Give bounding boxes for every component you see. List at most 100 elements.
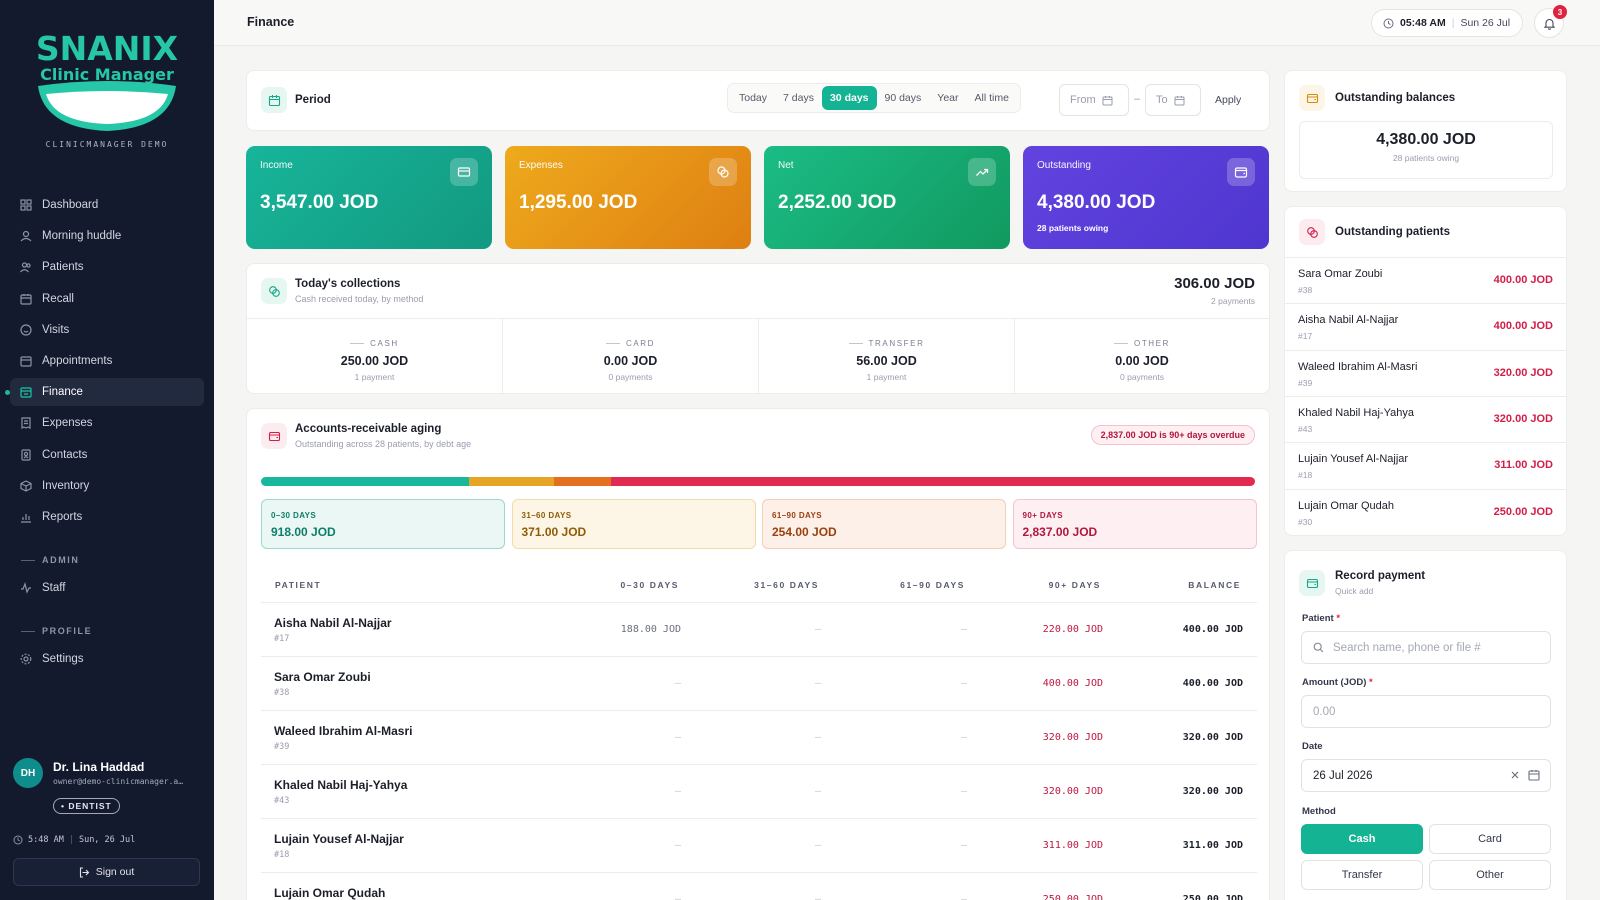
sidebar-item-finance[interactable]: Finance xyxy=(5,378,204,407)
table-row[interactable]: Aisha Nabil Al-Najjar #17 188.00 JOD – –… xyxy=(261,602,1257,656)
patient-file-number: #39 xyxy=(1298,377,1313,388)
payment-date-input[interactable]: 26 Jul 2026 xyxy=(1301,759,1551,792)
sidebar-item-visits[interactable]: Visits xyxy=(10,316,204,344)
sidebar-item-appointments[interactable]: Appointments xyxy=(10,347,204,375)
period-option-30-days[interactable]: 30 days xyxy=(821,86,877,110)
method-other-button[interactable]: Other xyxy=(1429,860,1551,890)
profile-section-label: PROFILE xyxy=(21,626,92,636)
patient-name: Lujain Omar Qudah xyxy=(274,886,386,900)
sidebar-item-expenses[interactable]: Expenses xyxy=(10,409,204,437)
sign-out-label: Sign out xyxy=(95,866,135,878)
card-icon xyxy=(450,158,478,186)
date-range-dash: – xyxy=(1134,93,1141,105)
sidebar-item-label: Reports xyxy=(42,510,83,523)
clock-icon xyxy=(1383,18,1394,29)
expenses-kpi-card: Expenses 1,295.00 JOD xyxy=(505,146,751,249)
list-item[interactable]: Waleed Ibrahim Al-Masri #39 320.00 JOD xyxy=(1285,349,1567,396)
period-option-7-days[interactable]: 7 days xyxy=(775,86,822,110)
kpi-value: 2,252.00 JOD xyxy=(778,192,897,213)
sidebar-item-morning-huddle[interactable]: Morning huddle xyxy=(10,222,204,250)
period-option-year[interactable]: Year xyxy=(929,86,966,110)
list-item[interactable]: Lujain Omar Qudah #30 250.00 JOD xyxy=(1285,488,1567,535)
patient-balance: 320.00 JOD xyxy=(1493,412,1553,425)
sidebar-item-label: Patients xyxy=(42,261,84,274)
topbar: Finance 05:48 AM | Sun 26 Jul 3 xyxy=(214,0,1600,46)
sidebar-item-inventory[interactable]: Inventory xyxy=(10,472,204,500)
list-item[interactable]: Khaled Nabil Haj-Yahya #43 320.00 JOD xyxy=(1285,395,1567,442)
wallet-icon xyxy=(1299,85,1325,111)
table-row[interactable]: Lujain Yousef Al-Najjar #18 – – – 311.00… xyxy=(261,818,1257,872)
aging-bar-segment xyxy=(611,477,1255,486)
grid-icon xyxy=(20,199,32,211)
list-item[interactable]: Aisha Nabil Al-Najjar #17 400.00 JOD xyxy=(1285,303,1567,349)
cell-balance: 320.00 JOD xyxy=(1182,786,1243,797)
table-row[interactable]: Waleed Ibrahim Al-Masri #39 – – – 320.00… xyxy=(261,710,1257,764)
from-date-input[interactable]: From xyxy=(1059,84,1129,116)
cell-90-plus: 220.00 JOD xyxy=(1042,624,1103,635)
apply-button[interactable]: Apply xyxy=(1215,94,1241,106)
sidebar-item-staff[interactable]: Staff xyxy=(10,574,204,602)
cell-61-90: – xyxy=(960,894,967,900)
sign-out-button[interactable]: Sign out xyxy=(13,858,200,886)
sidebar-item-reports[interactable]: Reports xyxy=(10,503,204,531)
table-row[interactable]: Lujain Omar Qudah – – – 250.00 JOD 250.0… xyxy=(261,872,1257,900)
to-date-input[interactable]: To xyxy=(1145,84,1201,116)
table-row[interactable]: Khaled Nabil Haj-Yahya #43 – – – 320.00 … xyxy=(261,764,1257,818)
kpi-label: Income xyxy=(260,160,293,171)
outstanding-balances-card: Outstanding balances 4,380.00 JOD 28 pat… xyxy=(1284,70,1567,192)
bucket-value: 2,837.00 JOD xyxy=(1022,525,1098,539)
patient-balance: 400.00 JOD xyxy=(1493,320,1553,333)
method-card-button[interactable]: Card xyxy=(1429,824,1551,854)
method-transfer: TRANSFER 56.00 JOD 1 payment xyxy=(759,318,1015,394)
kpi-sub: 28 patients owing xyxy=(1037,223,1109,233)
amount-input[interactable]: 0.00 xyxy=(1301,695,1551,728)
sidebar-item-dashboard[interactable]: Dashboard xyxy=(10,191,204,219)
user-profile[interactable]: DH Dr. Lina Haddad owner@demo-clinicmana… xyxy=(13,756,203,816)
patient-search-input[interactable]: Search name, phone or file # xyxy=(1301,631,1551,664)
sidebar-item-patients[interactable]: Patients xyxy=(10,253,204,281)
collections-subtitle: Cash received today, by method xyxy=(295,294,424,304)
header-date: Sun 26 Jul xyxy=(1460,17,1511,29)
sidebar-item-contacts[interactable]: Contacts xyxy=(10,441,204,469)
patient-name: Lujain Yousef Al-Najjar xyxy=(1298,453,1409,466)
search-icon xyxy=(1313,642,1324,653)
list-item[interactable]: Sara Omar Zoubi #38 400.00 JOD xyxy=(1285,257,1567,303)
clear-icon[interactable] xyxy=(1510,770,1520,780)
sidebar-item-label: Dashboard xyxy=(42,199,99,211)
aging-subtitle: Outstanding across 28 patients, by debt … xyxy=(295,439,472,449)
period-selector: Today 7 days 30 days 90 days Year All ti… xyxy=(727,83,1021,113)
outstanding-balances-title: Outstanding balances xyxy=(1335,92,1456,104)
bucket-label: 90+ DAYS xyxy=(1022,511,1063,520)
method-cash-button[interactable]: Cash xyxy=(1301,824,1423,854)
patient-name: Sara Omar Zoubi xyxy=(274,670,371,684)
period-option-90-days[interactable]: 90 days xyxy=(877,86,930,110)
cell-0-30: – xyxy=(674,678,681,689)
box-icon xyxy=(20,480,32,492)
cell-90-plus: 311.00 JOD xyxy=(1042,840,1103,851)
bucket-value: 254.00 JOD xyxy=(772,525,837,539)
outstanding-total: 4,380.00 JOD xyxy=(1376,131,1476,148)
kpi-value: 4,380.00 JOD xyxy=(1037,192,1156,213)
list-item[interactable]: Lujain Yousef Al-Najjar #18 311.00 JOD xyxy=(1285,442,1567,488)
sidebar-item-label: Visits xyxy=(42,323,70,336)
kpi-value: 3,547.00 JOD xyxy=(260,192,379,213)
method-transfer-button[interactable]: Transfer xyxy=(1301,860,1423,890)
cell-61-90: – xyxy=(960,786,967,797)
brand-logo: SNANIX Clinic Manager xyxy=(30,24,185,134)
sidebar-item-recall[interactable]: Recall xyxy=(10,285,204,313)
table-row[interactable]: Sara Omar Zoubi #38 – – – 400.00 JOD 400… xyxy=(261,656,1257,710)
period-option-today[interactable]: Today xyxy=(731,86,775,110)
cell-0-30: 188.00 JOD xyxy=(620,624,681,635)
calendar-icon[interactable] xyxy=(1528,769,1540,781)
period-option-all-time[interactable]: All time xyxy=(967,86,1017,110)
header-time: 05:48 AM xyxy=(1400,17,1446,29)
patient-balance: 311.00 JOD xyxy=(1494,459,1553,472)
kpi-label: Net xyxy=(778,160,794,171)
sidebar-item-settings[interactable]: Settings xyxy=(10,645,204,673)
avatar: DH xyxy=(13,758,43,788)
notifications-button[interactable]: 3 xyxy=(1534,5,1567,38)
sidebar-clock: 5:48 AM | Sun, 26 Jul xyxy=(13,835,135,845)
calendar-icon xyxy=(1174,95,1185,106)
header-clock: 05:48 AM | Sun 26 Jul xyxy=(1371,9,1523,37)
patient-file-number: #17 xyxy=(274,634,290,644)
